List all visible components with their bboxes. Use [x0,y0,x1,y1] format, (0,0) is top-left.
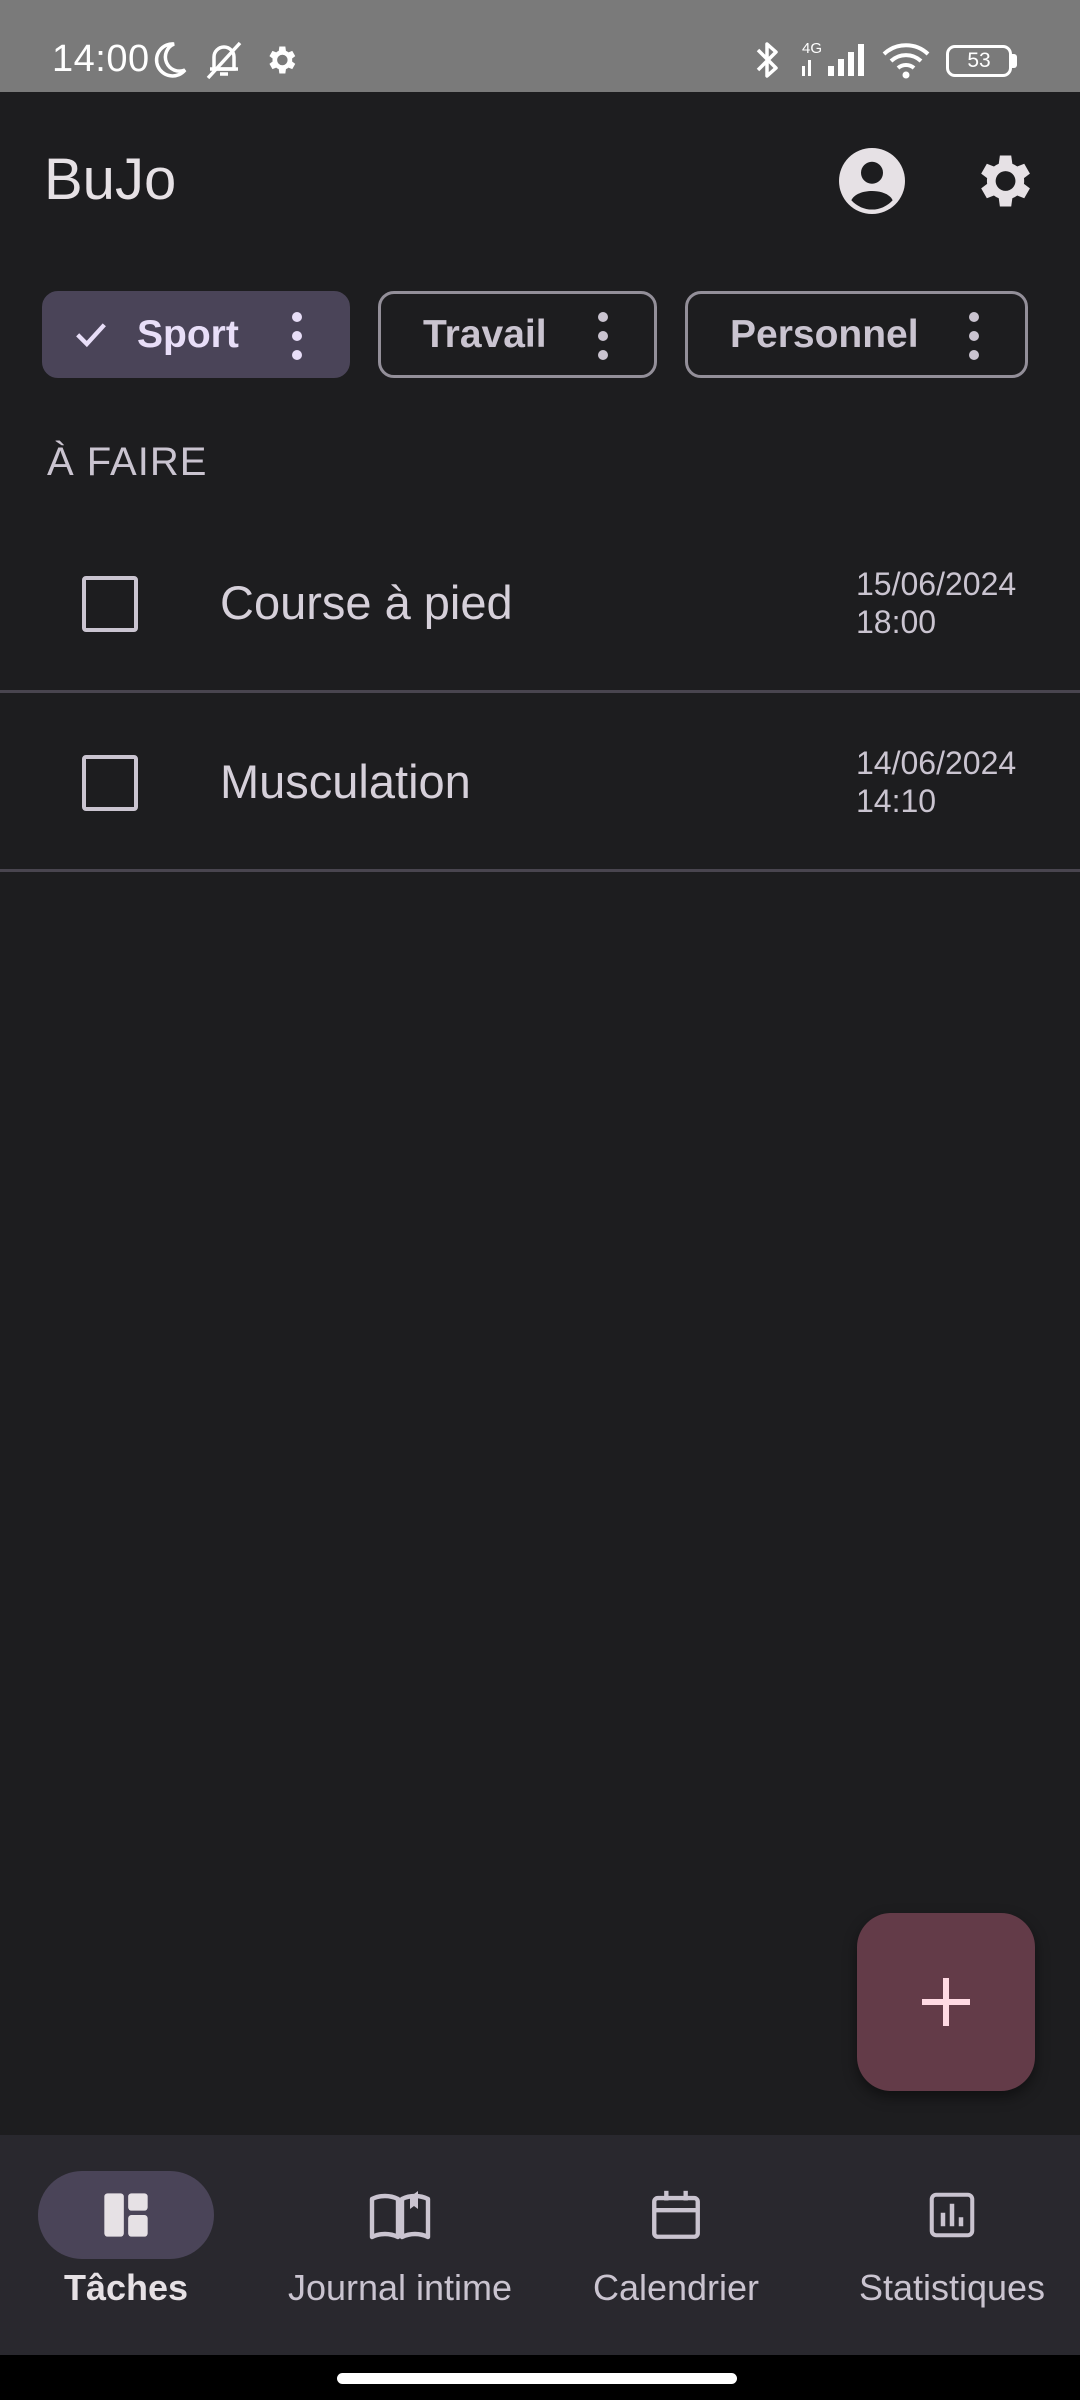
nav-label: Tâches [63,2267,189,2308]
task-due: 15/06/2024 18:00 [856,565,1016,641]
add-task-button[interactable] [857,1913,1035,2091]
account-icon [839,148,905,214]
dashboard-icon [104,2193,148,2237]
nav-item-statistiques[interactable]: Statistiques [834,2135,1070,2355]
nav-item-taches[interactable]: Tâches [0,2135,252,2355]
bell-off-icon [206,41,242,80]
task-row[interactable]: Course à pied 15/06/2024 18:00 [0,515,1080,693]
settings-button[interactable] [958,136,1048,226]
more-vert-icon[interactable] [968,312,980,360]
task-due: 14/06/2024 14:10 [856,744,1016,820]
nav-indicator [864,2171,1040,2259]
chip-label: Sport [137,313,239,356]
chip-label: Personnel [730,313,919,356]
nav-label: Statistiques [858,2267,1046,2308]
wifi-icon [882,43,930,79]
check-icon [76,323,106,348]
book-icon [369,2191,431,2240]
nav-label: Journal intime [287,2267,513,2308]
task-time: 18:00 [856,604,937,640]
chart-icon [929,2192,975,2238]
status-time: 14:00 [52,38,150,80]
home-indicator[interactable] [337,2373,737,2384]
chip-personnel[interactable]: Personnel [685,291,1028,378]
status-bar: 14:00 4G 53 [0,0,1080,92]
nav-indicator [312,2171,488,2259]
chip-label: Travail [423,313,547,356]
signal-icon [802,44,864,76]
gear-icon [269,46,296,74]
section-header-todo: À FAIRE [47,440,208,484]
task-time: 14:10 [856,783,937,819]
chip-sport[interactable]: Sport [42,291,350,378]
task-date: 15/06/2024 [856,566,1017,602]
battery-level: 53 [967,49,991,72]
nav-label: Calendrier [592,2267,760,2308]
settings-icon [981,155,1030,207]
more-vert-icon[interactable] [597,312,609,360]
bottom-navigation: Tâches Journal intime Calendrier Statist… [0,2135,1080,2355]
bluetooth-icon [756,42,778,78]
task-title: Musculation [220,755,471,808]
task-checkbox[interactable] [82,755,138,811]
task-checkbox[interactable] [82,576,138,632]
task-date: 14/06/2024 [856,745,1017,781]
calendar-icon [652,2190,700,2239]
moon-icon [154,42,187,78]
chip-travail[interactable]: Travail [378,291,657,378]
battery-icon: 53 [946,45,1012,77]
account-button[interactable] [827,136,917,226]
nav-indicator [588,2171,764,2259]
battery-tip [1012,54,1017,68]
app-title: BuJo [44,147,177,212]
task-row[interactable]: Musculation 14/06/2024 14:10 [0,694,1080,872]
nav-indicator [38,2171,214,2259]
task-title: Course à pied [220,576,513,629]
nav-item-calendrier[interactable]: Calendrier [558,2135,794,2355]
plus-icon [922,1978,970,2026]
nav-item-journal[interactable]: Journal intime [280,2135,520,2355]
more-vert-icon[interactable] [291,312,303,360]
